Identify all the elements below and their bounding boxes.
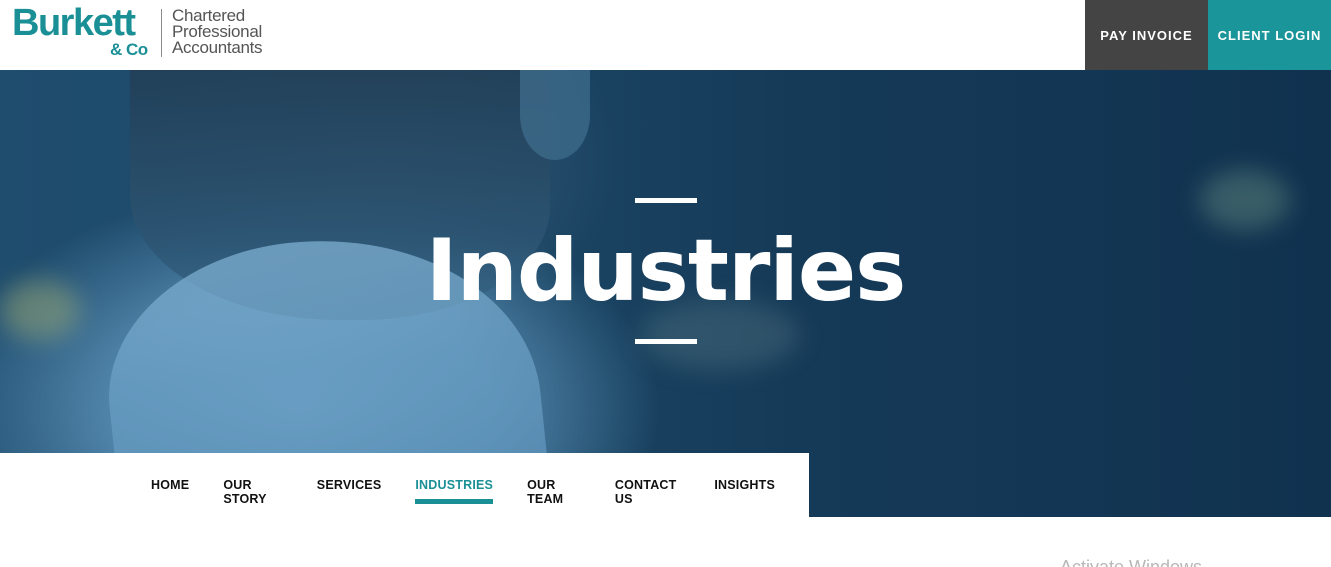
title-rule-top xyxy=(634,198,697,203)
nav-item-home[interactable]: HOME xyxy=(151,478,189,506)
tagline-line: Accountants xyxy=(172,38,263,57)
nav-item-our-team[interactable]: OUR TEAM xyxy=(527,478,581,506)
section-nav-list: HOME OUR STORY SERVICES INDUSTRIES OUR T… xyxy=(151,478,809,506)
logo-divider xyxy=(161,9,162,57)
activate-windows-watermark: Activate Windows xyxy=(1060,557,1203,567)
client-login-button[interactable]: CLIENT LOGIN xyxy=(1208,0,1331,70)
site-header: Burkett & Co Chartered Professional Acco… xyxy=(0,0,1331,70)
pay-invoice-button[interactable]: PAY INVOICE xyxy=(1085,0,1208,70)
logo-tagline: Chartered Professional Accountants xyxy=(172,7,263,57)
title-rule-bottom xyxy=(634,339,697,344)
nav-item-insights[interactable]: INSIGHTS xyxy=(714,478,775,506)
nav-item-contact-us[interactable]: CONTACT US xyxy=(615,478,680,506)
logo-brand-name: Burkett xyxy=(12,2,136,44)
nav-item-industries[interactable]: INDUSTRIES xyxy=(415,478,493,506)
company-logo[interactable]: Burkett & Co Chartered Professional Acco… xyxy=(12,2,287,62)
hero-title-block: Industries xyxy=(0,198,1331,344)
section-navigation: HOME OUR STORY SERVICES INDUSTRIES OUR T… xyxy=(0,453,809,517)
logo-brand-suffix: & Co xyxy=(110,40,148,59)
nav-item-services[interactable]: SERVICES xyxy=(317,478,382,506)
nav-item-our-story[interactable]: OUR STORY xyxy=(223,478,282,506)
page-title: Industries xyxy=(425,221,907,321)
hero-background-detail xyxy=(520,70,590,160)
hero-banner: Industries xyxy=(0,70,1331,517)
